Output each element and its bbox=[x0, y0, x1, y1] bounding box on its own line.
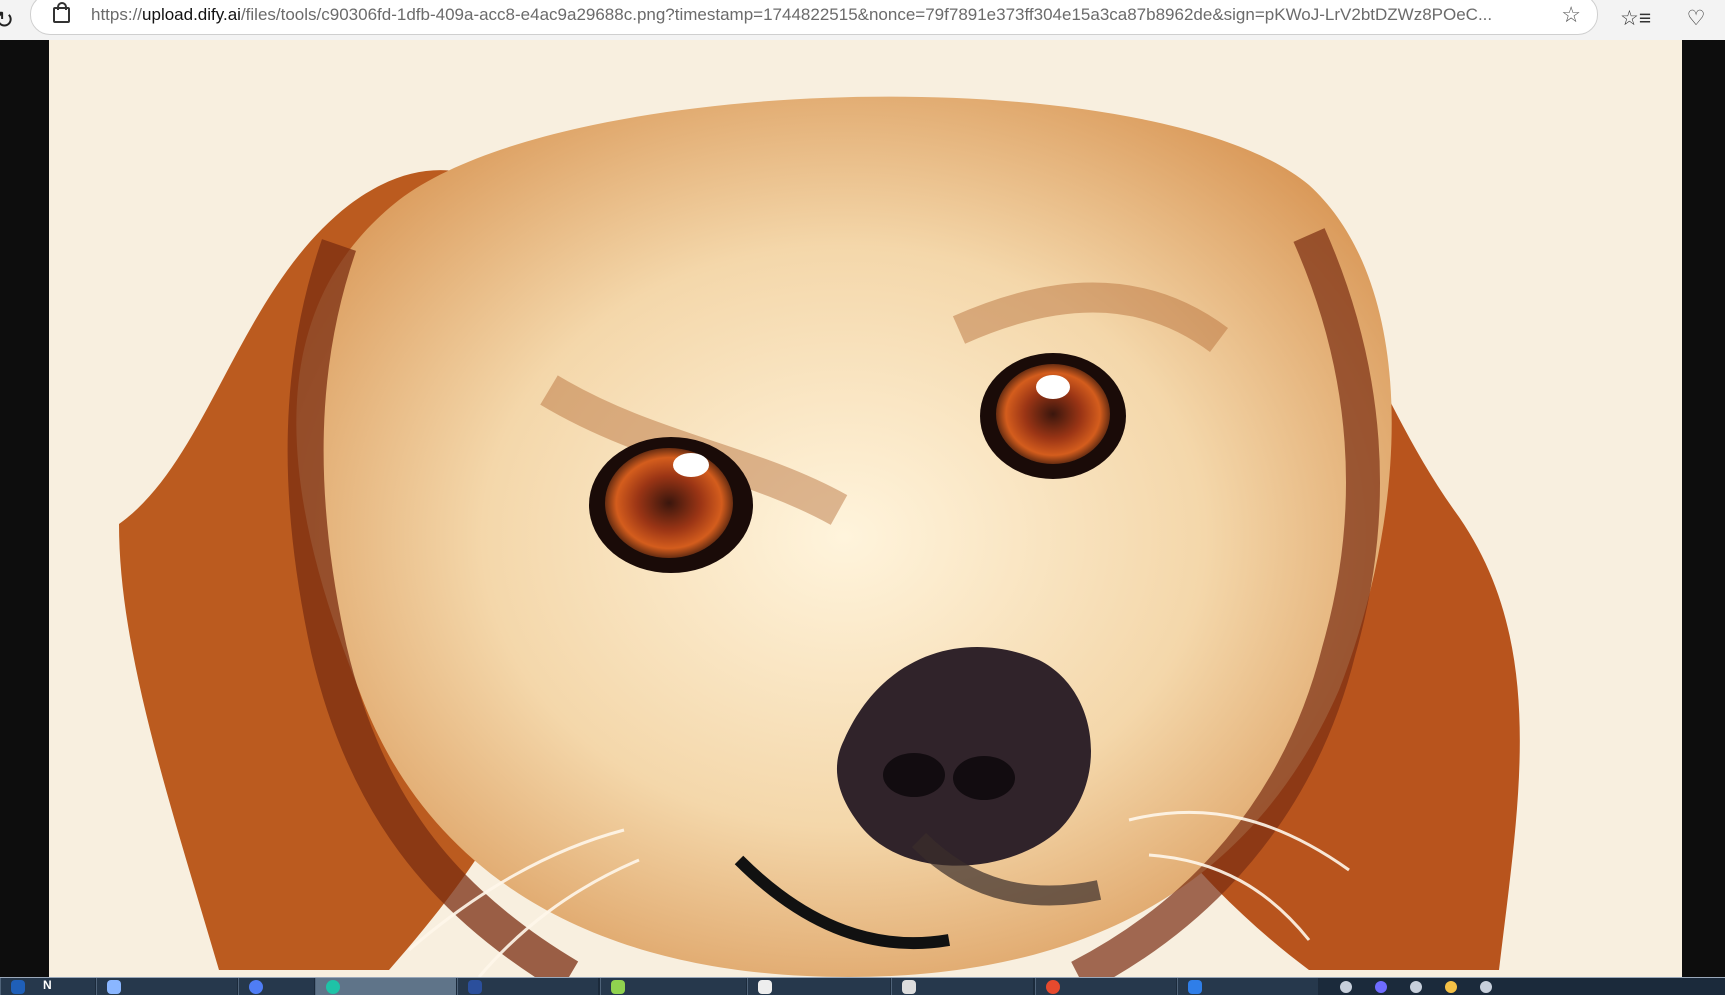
taskbar-item-3[interactable] bbox=[238, 978, 314, 995]
taskbar-item-n[interactable]: N bbox=[0, 978, 95, 995]
chrome-icon bbox=[1046, 980, 1060, 994]
lock-icon[interactable] bbox=[53, 2, 70, 23]
taskbar-item-2[interactable] bbox=[96, 978, 237, 995]
dog-illustration bbox=[49, 40, 1682, 977]
tray-icon[interactable] bbox=[1480, 981, 1492, 993]
url-host: upload.dify.ai bbox=[142, 5, 241, 24]
document-icon bbox=[1188, 980, 1202, 994]
url-text[interactable]: https://upload.dify.ai/files/tools/c9030… bbox=[91, 5, 1551, 25]
app-icon bbox=[468, 980, 482, 994]
tray-icon[interactable] bbox=[1410, 981, 1422, 993]
tray-icon[interactable] bbox=[1340, 981, 1352, 993]
image-viewer bbox=[0, 40, 1725, 977]
tray-icon[interactable] bbox=[1375, 981, 1387, 993]
taskbar-item-10[interactable] bbox=[1177, 978, 1318, 995]
browser-essentials-icon[interactable]: ♡ bbox=[1681, 4, 1711, 34]
taskbar-item-edge[interactable] bbox=[315, 978, 456, 995]
reload-icon[interactable]: ↻ bbox=[0, 6, 14, 35]
address-bar[interactable]: https://upload.dify.ai/files/tools/c9030… bbox=[30, 0, 1598, 35]
n-app-icon bbox=[11, 980, 25, 994]
url-path: /files/tools/c90306fd-1dfb-409a-acc8-e4a… bbox=[240, 5, 1493, 24]
dog-face-svg bbox=[49, 40, 1682, 977]
terminal-icon bbox=[758, 980, 772, 994]
browser-app-icon bbox=[249, 980, 263, 994]
taskbar-item-6[interactable] bbox=[600, 978, 746, 995]
favorites-icon[interactable]: ☆≡ bbox=[1620, 4, 1651, 34]
taskbar-item-5[interactable] bbox=[457, 978, 598, 995]
system-tray bbox=[1330, 980, 1710, 994]
favorite-star-icon[interactable]: ☆ bbox=[1561, 2, 1581, 28]
edge-icon bbox=[326, 980, 340, 994]
app-icon bbox=[611, 980, 625, 994]
url-prefix: https:// bbox=[91, 5, 143, 24]
taskbar-item-8[interactable] bbox=[891, 978, 1033, 995]
browser-toolbar: ↻ https://upload.dify.ai/files/tools/c90… bbox=[0, 0, 1725, 40]
taskbar-item-label: N bbox=[43, 978, 52, 992]
arrow-app-icon bbox=[107, 980, 121, 994]
taskbar-item-9[interactable] bbox=[1035, 978, 1176, 995]
window-icon bbox=[902, 980, 916, 994]
taskbar: N bbox=[0, 977, 1725, 995]
tray-icon[interactable] bbox=[1445, 981, 1457, 993]
taskbar-item-7[interactable] bbox=[747, 978, 890, 995]
